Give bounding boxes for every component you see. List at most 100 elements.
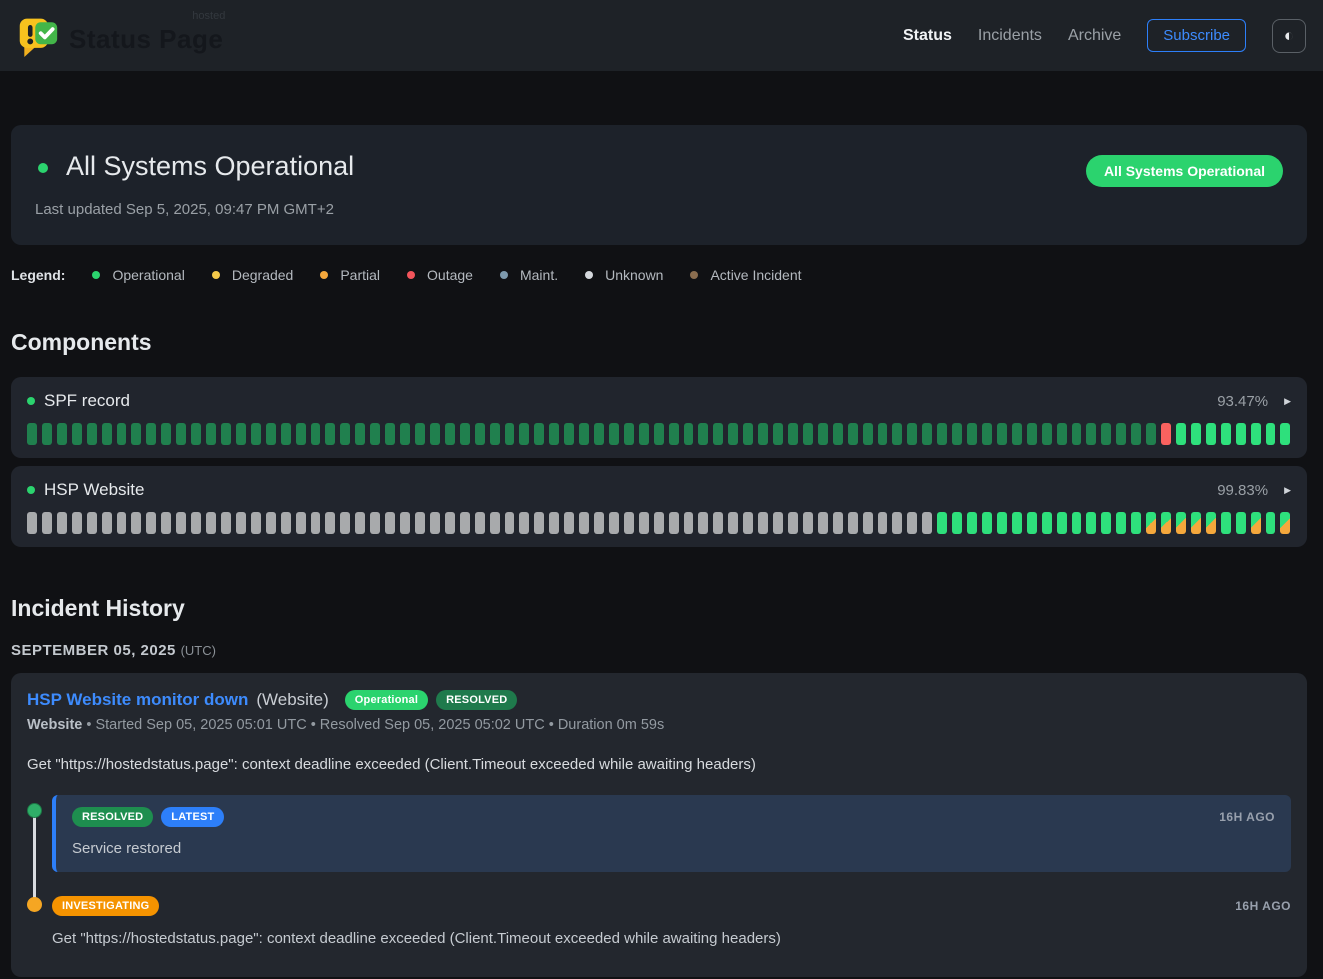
uptime-bar-operational-past[interactable] [997, 423, 1007, 445]
uptime-bar-unknown[interactable] [266, 512, 276, 534]
uptime-bar-unknown[interactable] [803, 512, 813, 534]
uptime-bar-unknown[interactable] [57, 512, 67, 534]
uptime-bar-operational-past[interactable] [311, 423, 321, 445]
uptime-bar-operational-past[interactable] [952, 423, 962, 445]
nav-archive[interactable]: Archive [1068, 27, 1121, 45]
uptime-bar-unknown[interactable] [833, 512, 843, 534]
uptime-bar-unknown[interactable] [684, 512, 694, 534]
uptime-bar-degraded-mixed[interactable] [1191, 512, 1201, 534]
uptime-bar-operational-past[interactable] [460, 423, 470, 445]
uptime-bar-operational-past[interactable] [340, 423, 350, 445]
uptime-bar-operational[interactable] [1266, 423, 1276, 445]
uptime-bar-operational-past[interactable] [564, 423, 574, 445]
uptime-bar-operational-past[interactable] [1057, 423, 1067, 445]
uptime-bar-operational-past[interactable] [505, 423, 515, 445]
subscribe-button[interactable]: Subscribe [1147, 19, 1246, 52]
uptime-bar-operational[interactable] [1086, 512, 1096, 534]
uptime-bar-operational-past[interactable] [549, 423, 559, 445]
uptime-bar-operational-past[interactable] [579, 423, 589, 445]
uptime-bar-unknown[interactable] [430, 512, 440, 534]
incident-title-link[interactable]: HSP Website monitor down [27, 690, 248, 710]
uptime-bar-operational-past[interactable] [475, 423, 485, 445]
uptime-bar-operational-past[interactable] [698, 423, 708, 445]
uptime-bar-unknown[interactable] [579, 512, 589, 534]
uptime-bar-unknown[interactable] [728, 512, 738, 534]
uptime-bar-operational-past[interactable] [415, 423, 425, 445]
uptime-bar-unknown[interactable] [206, 512, 216, 534]
expand-arrow-icon[interactable]: ▶ [1284, 396, 1291, 407]
theme-toggle-button[interactable]: ◐ [1272, 19, 1306, 53]
uptime-bar-operational[interactable] [967, 512, 977, 534]
uptime-bar-operational[interactable] [1042, 512, 1052, 534]
uptime-bar-unknown[interactable] [221, 512, 231, 534]
uptime-bar-operational-past[interactable] [1146, 423, 1156, 445]
uptime-bar-operational-past[interactable] [251, 423, 261, 445]
uptime-bar-operational[interactable] [1116, 512, 1126, 534]
uptime-bar-unknown[interactable] [788, 512, 798, 534]
uptime-bar-operational-past[interactable] [176, 423, 186, 445]
uptime-bar-operational-past[interactable] [42, 423, 52, 445]
uptime-bar-unknown[interactable] [475, 512, 485, 534]
uptime-bar-operational[interactable] [1280, 423, 1290, 445]
uptime-bar-degraded-mixed[interactable] [1251, 512, 1261, 534]
uptime-bar-unknown[interactable] [490, 512, 500, 534]
uptime-bar-operational[interactable] [1221, 423, 1231, 445]
uptime-bar-unknown[interactable] [325, 512, 335, 534]
uptime-bar-operational-past[interactable] [773, 423, 783, 445]
uptime-bar-unknown[interactable] [340, 512, 350, 534]
uptime-bar-operational-past[interactable] [325, 423, 335, 445]
uptime-bar-unknown[interactable] [773, 512, 783, 534]
uptime-bar-operational-past[interactable] [728, 423, 738, 445]
uptime-bar-operational-past[interactable] [803, 423, 813, 445]
uptime-bar-unknown[interactable] [296, 512, 306, 534]
uptime-bar-operational-past[interactable] [684, 423, 694, 445]
uptime-bar-operational-past[interactable] [848, 423, 858, 445]
uptime-bar-operational[interactable] [982, 512, 992, 534]
uptime-bar-unknown[interactable] [654, 512, 664, 534]
uptime-bar-operational-past[interactable] [1072, 423, 1082, 445]
uptime-bar-operational-past[interactable] [1116, 423, 1126, 445]
uptime-bar-unknown[interactable] [460, 512, 470, 534]
uptime-bar-unknown[interactable] [639, 512, 649, 534]
uptime-bar-operational[interactable] [1236, 512, 1246, 534]
uptime-bar-unknown[interactable] [818, 512, 828, 534]
uptime-bar-unknown[interactable] [87, 512, 97, 534]
uptime-bar-unknown[interactable] [519, 512, 529, 534]
uptime-bar-operational-past[interactable] [892, 423, 902, 445]
uptime-bar-unknown[interactable] [609, 512, 619, 534]
uptime-bar-degraded-mixed[interactable] [1206, 512, 1216, 534]
uptime-bar-unknown[interactable] [236, 512, 246, 534]
uptime-bar-operational-past[interactable] [266, 423, 276, 445]
uptime-bar-operational-past[interactable] [281, 423, 291, 445]
uptime-bar-operational-past[interactable] [385, 423, 395, 445]
uptime-bar-unknown[interactable] [878, 512, 888, 534]
uptime-bar-operational-past[interactable] [967, 423, 977, 445]
uptime-bar-unknown[interactable] [505, 512, 515, 534]
uptime-bar-operational[interactable] [937, 512, 947, 534]
uptime-bar-operational-past[interactable] [669, 423, 679, 445]
nav-status[interactable]: Status [903, 27, 952, 45]
uptime-bar-operational-past[interactable] [161, 423, 171, 445]
uptime-bar-operational-past[interactable] [1012, 423, 1022, 445]
uptime-bar-degraded-mixed[interactable] [1161, 512, 1171, 534]
uptime-bar-operational-past[interactable] [758, 423, 768, 445]
component-row-spf-record[interactable]: SPF record 93.47% ▶ [11, 377, 1307, 458]
uptime-bar-operational-past[interactable] [146, 423, 156, 445]
uptime-bar-unknown[interactable] [624, 512, 634, 534]
uptime-bar-unknown[interactable] [743, 512, 753, 534]
uptime-bar-operational-past[interactable] [878, 423, 888, 445]
uptime-bar-unknown[interactable] [922, 512, 932, 534]
uptime-bar-operational-past[interactable] [206, 423, 216, 445]
brand[interactable]: hosted Status Page [17, 14, 223, 58]
nav-incidents[interactable]: Incidents [978, 27, 1042, 45]
uptime-bar-unknown[interactable] [311, 512, 321, 534]
uptime-bar-operational-past[interactable] [937, 423, 947, 445]
uptime-bar-unknown[interactable] [698, 512, 708, 534]
uptime-bar-operational[interactable] [1191, 423, 1201, 445]
uptime-bar-operational-past[interactable] [131, 423, 141, 445]
uptime-bar-operational-past[interactable] [236, 423, 246, 445]
uptime-bar-operational[interactable] [1206, 423, 1216, 445]
uptime-bar-degraded-mixed[interactable] [1146, 512, 1156, 534]
expand-arrow-icon[interactable]: ▶ [1284, 485, 1291, 496]
uptime-bar-operational-past[interactable] [57, 423, 67, 445]
